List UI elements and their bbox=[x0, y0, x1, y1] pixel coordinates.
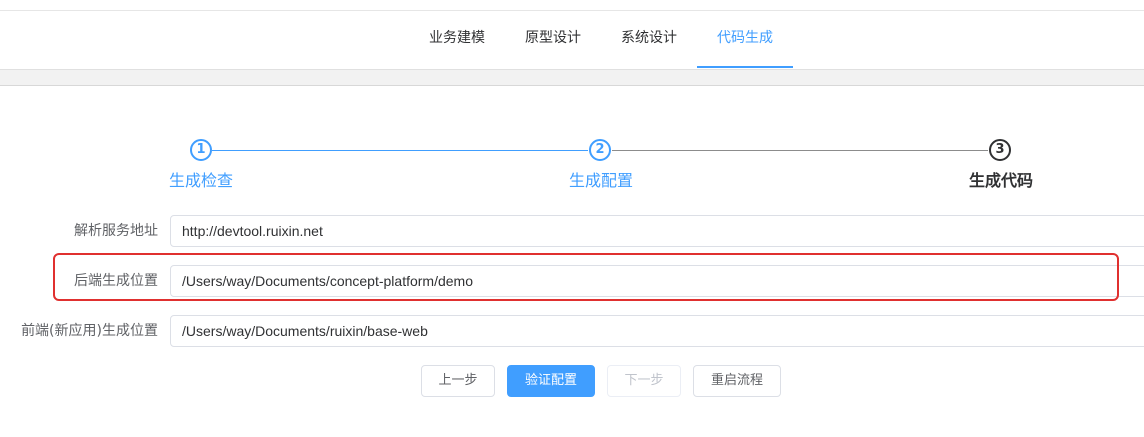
section-band bbox=[0, 69, 1144, 86]
app-root: 业务建模 原型设计 系统设计 代码生成 1 2 3 生成检查 生成配置 生成代码… bbox=[0, 0, 1144, 437]
step-1-icon: 1 bbox=[190, 139, 212, 161]
prev-step-button[interactable]: 上一步 bbox=[421, 365, 495, 397]
tab-system-design[interactable]: 系统设计 bbox=[616, 11, 682, 69]
next-step-button[interactable]: 下一步 bbox=[607, 365, 681, 397]
step-connector-2 bbox=[612, 150, 988, 151]
parse-service-input[interactable] bbox=[170, 215, 1144, 247]
highlight-box bbox=[53, 253, 1119, 301]
restart-flow-button[interactable]: 重启流程 bbox=[693, 365, 781, 397]
frontend-location-input[interactable] bbox=[170, 315, 1144, 347]
step-3-icon: 3 bbox=[989, 139, 1011, 161]
step-2-icon: 2 bbox=[589, 139, 611, 161]
step-connector-1 bbox=[212, 150, 588, 151]
tab-prototype-design[interactable]: 原型设计 bbox=[520, 11, 586, 69]
step-2-title: 生成配置 bbox=[569, 171, 634, 190]
step-3-title: 生成代码 bbox=[969, 171, 1034, 190]
parse-service-label: 解析服务地址 bbox=[74, 223, 158, 239]
main-tabs: 业务建模 原型设计 系统设计 代码生成 bbox=[0, 11, 1144, 69]
step-1-title: 生成检查 bbox=[169, 171, 234, 190]
tab-code-generation[interactable]: 代码生成 bbox=[712, 11, 778, 69]
frontend-location-label: 前端(新应用)生成位置 bbox=[21, 323, 158, 339]
tab-business-modeling[interactable]: 业务建模 bbox=[424, 11, 490, 69]
verify-config-button[interactable]: 验证配置 bbox=[507, 365, 595, 397]
active-tab-indicator bbox=[697, 66, 793, 68]
